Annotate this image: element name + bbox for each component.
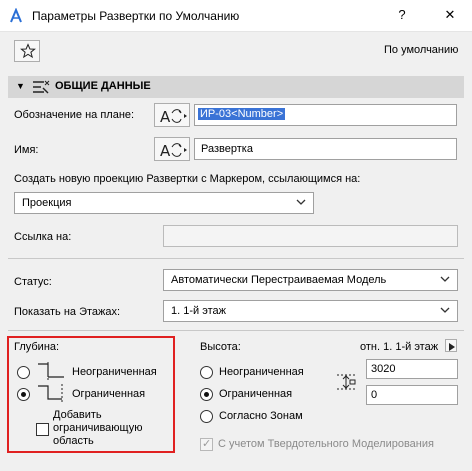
- height-top-input[interactable]: 3020: [366, 359, 458, 379]
- height-reference-button[interactable]: [445, 339, 457, 352]
- name-input[interactable]: Развертка: [194, 138, 457, 160]
- section-title: ОБЩИЕ ДАННЫЕ: [55, 80, 151, 92]
- depth-unlimited-radio[interactable]: [17, 366, 30, 379]
- window-title: Параметры Развертки по Умолчанию: [32, 9, 240, 23]
- add-boundary-label-line3: область: [53, 435, 94, 447]
- section-divider: [8, 258, 464, 259]
- show-on-stories-value: 1. 1-й этаж: [171, 305, 226, 317]
- height-unlimited-label: Неограниченная: [219, 366, 304, 378]
- title-bar: Параметры Развертки по Умолчанию ? ✕: [0, 0, 472, 32]
- add-boundary-label-line2: ограничивающую: [53, 422, 143, 434]
- plan-id-label: Обозначение на плане:: [14, 109, 135, 121]
- checkmark-icon: ✓: [202, 438, 212, 450]
- plan-id-input[interactable]: ИР-03<Number>: [194, 104, 457, 126]
- favorites-button[interactable]: [14, 40, 40, 62]
- arrow-right-icon: [449, 342, 455, 354]
- default-label: По умолчанию: [384, 44, 459, 56]
- help-button[interactable]: ?: [392, 7, 412, 22]
- depth-label: Глубина:: [14, 341, 60, 353]
- plan-id-autotext-button[interactable]: A: [154, 103, 190, 127]
- chevron-down-icon: [295, 196, 307, 211]
- height-limits-icon: [334, 372, 358, 395]
- reference-label: Ссылка на:: [14, 231, 72, 243]
- status-label: Статус:: [14, 276, 52, 288]
- height-top-value: 3020: [371, 363, 396, 375]
- status-value: Автоматически Перестраиваемая Модель: [171, 274, 387, 286]
- name-autotext-button[interactable]: A: [154, 137, 190, 161]
- section-divider: [8, 330, 464, 331]
- height-label: Высота:: [200, 341, 241, 353]
- section-header-general[interactable]: ▼ ОБЩИЕ ДАННЫЕ: [8, 76, 464, 98]
- chevron-down-icon: [439, 304, 451, 319]
- create-projection-dropdown[interactable]: Проекция: [14, 192, 314, 214]
- chevron-down-icon: [439, 273, 451, 288]
- reference-field: [163, 225, 458, 247]
- svg-text:A: A: [160, 108, 171, 125]
- depth-limited-radio[interactable]: [17, 388, 30, 401]
- autotext-icon: A: [159, 107, 187, 128]
- height-limited-label: Ограниченная: [219, 388, 293, 400]
- height-limited-radio[interactable]: [200, 388, 213, 401]
- height-reference-label: отн. 1. 1-й этаж: [360, 341, 439, 353]
- star-icon: [20, 43, 36, 62]
- height-by-zones-label: Согласно Зонам: [219, 410, 303, 422]
- show-on-stories-dropdown[interactable]: 1. 1-й этаж: [163, 300, 458, 322]
- close-button[interactable]: ✕: [440, 7, 460, 23]
- collapse-triangle-icon: ▼: [16, 81, 25, 91]
- add-boundary-checkbox[interactable]: [36, 423, 49, 436]
- name-value: Развертка: [201, 143, 253, 155]
- general-settings-icon: [32, 79, 50, 98]
- height-bottom-input[interactable]: 0: [366, 385, 458, 405]
- status-dropdown[interactable]: Автоматически Перестраиваемая Модель: [163, 269, 458, 291]
- svg-text:A: A: [160, 142, 171, 159]
- solid-ops-label: С учетом Твердотельного Моделирования: [218, 438, 434, 450]
- plan-id-value: ИР-03<Number>: [198, 108, 286, 120]
- solid-ops-checkbox[interactable]: ✓: [200, 438, 213, 451]
- height-unlimited-radio[interactable]: [200, 366, 213, 379]
- depth-unlimited-label: Неограниченная: [72, 366, 157, 378]
- create-projection-value: Проекция: [22, 197, 72, 209]
- height-by-zones-radio[interactable]: [200, 410, 213, 423]
- depth-limited-label: Ограниченная: [72, 388, 146, 400]
- show-on-stories-label: Показать на Этажах:: [14, 306, 121, 318]
- name-label: Имя:: [14, 144, 39, 156]
- autotext-icon: A: [159, 141, 187, 162]
- create-projection-label: Создать новую проекцию Развертки с Марке…: [14, 173, 361, 185]
- add-boundary-label-line1: Добавить: [53, 409, 102, 421]
- height-bottom-value: 0: [371, 389, 378, 401]
- archicad-app-icon: [8, 7, 24, 24]
- depth-limited-icon: [36, 382, 66, 407]
